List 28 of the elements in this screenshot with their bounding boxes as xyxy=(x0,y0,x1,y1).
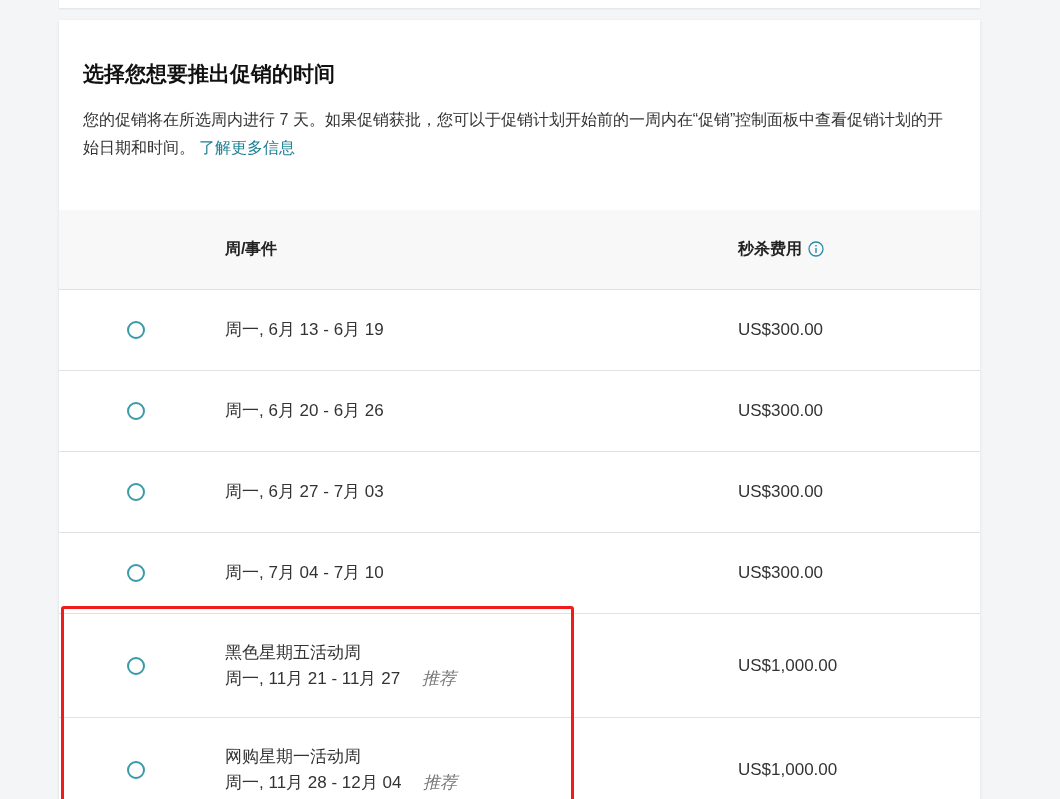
fee-amount: US$1,000.00 xyxy=(738,655,838,675)
fee-amount: US$1,000.00 xyxy=(738,759,838,779)
radio-button[interactable] xyxy=(127,402,145,420)
radio-button[interactable] xyxy=(127,564,145,582)
week-range: 周一, 7月 04 - 7月 10 xyxy=(225,563,384,582)
radio-button[interactable] xyxy=(127,483,145,501)
fee-amount: US$300.00 xyxy=(738,563,824,582)
radio-button[interactable] xyxy=(127,321,145,339)
week-range: 周一, 11月 21 - 11月 27 xyxy=(225,668,401,688)
radio-button[interactable] xyxy=(127,656,145,675)
fee-amount: US$300.00 xyxy=(738,401,824,420)
description-text: 您的促销将在所选周内进行 7 天。如果促销获批，您可以于促销计划开始前的一周内在“促销”控制面板中查看促销计划的开始日期和时间。 了解更多信息 xyxy=(83,110,945,158)
recommended-label: 推荐 xyxy=(423,772,458,792)
learn-more-link[interactable]: 了解更多信息 xyxy=(199,139,296,156)
column-header: 周/事件 xyxy=(225,240,278,257)
week-range: 周一, 6月 27 - 7月 03 xyxy=(225,482,384,501)
event-name: 黑色星期五活动周 xyxy=(225,641,362,664)
radio-button[interactable] xyxy=(127,760,145,779)
fee-amount: US$300.00 xyxy=(738,482,824,501)
week-range: 周一, 11月 28 - 12月 04 xyxy=(225,772,402,792)
column-header: 秒杀费用 xyxy=(738,240,802,257)
section-title: 选择您想要推出促销的时间 xyxy=(83,61,336,87)
recommended-label: 推荐 xyxy=(422,668,457,688)
info-icon[interactable] xyxy=(808,241,824,257)
event-name: 网购星期一活动周 xyxy=(225,745,362,768)
week-range: 周一, 6月 20 - 6月 26 xyxy=(225,401,384,420)
week-range: 周一, 6月 13 - 6月 19 xyxy=(225,320,384,339)
fee-amount: US$300.00 xyxy=(738,320,824,339)
